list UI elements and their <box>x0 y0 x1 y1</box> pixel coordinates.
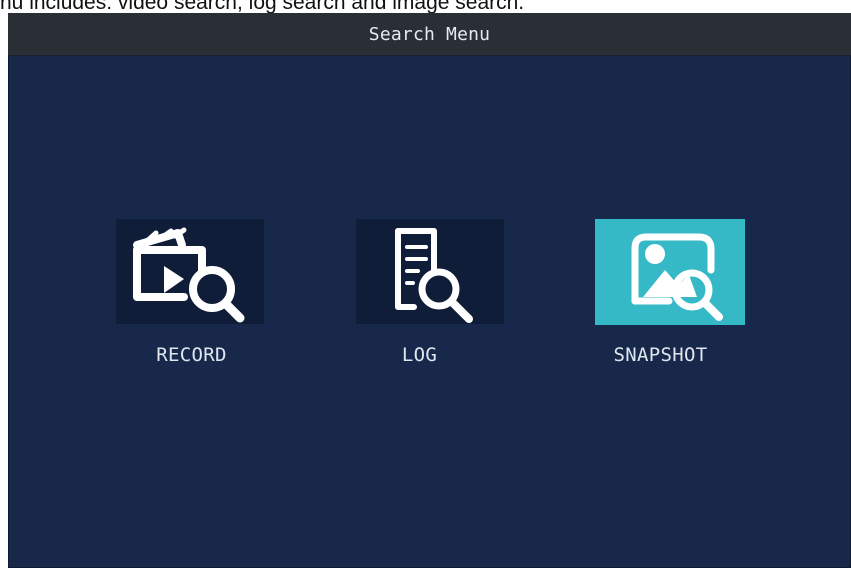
snapshot-icon-tile-selected[interactable] <box>595 219 745 325</box>
window-title: Search Menu <box>368 24 491 45</box>
record-icon-tile[interactable] <box>116 219 264 324</box>
screenshot-frame: nu includes: video search, log search an… <box>0 0 851 568</box>
snapshot-search-option[interactable]: SNAPSHOT <box>565 219 745 379</box>
dvr-search-screen: Search Menu RECORD LOG SNAPSHOT <box>8 13 851 568</box>
log-icon-tile[interactable] <box>356 219 504 324</box>
log-label: LOG <box>401 344 438 366</box>
record-search-option[interactable]: RECORD <box>89 219 269 379</box>
record-label: RECORD <box>156 344 227 366</box>
video-search-icon <box>133 227 245 323</box>
title-bar: Search Menu <box>8 13 851 56</box>
log-search-icon <box>395 228 473 323</box>
log-search-option[interactable]: LOG <box>329 219 509 379</box>
image-search-icon <box>631 233 723 321</box>
snapshot-label: SNAPSHOT <box>613 344 708 366</box>
